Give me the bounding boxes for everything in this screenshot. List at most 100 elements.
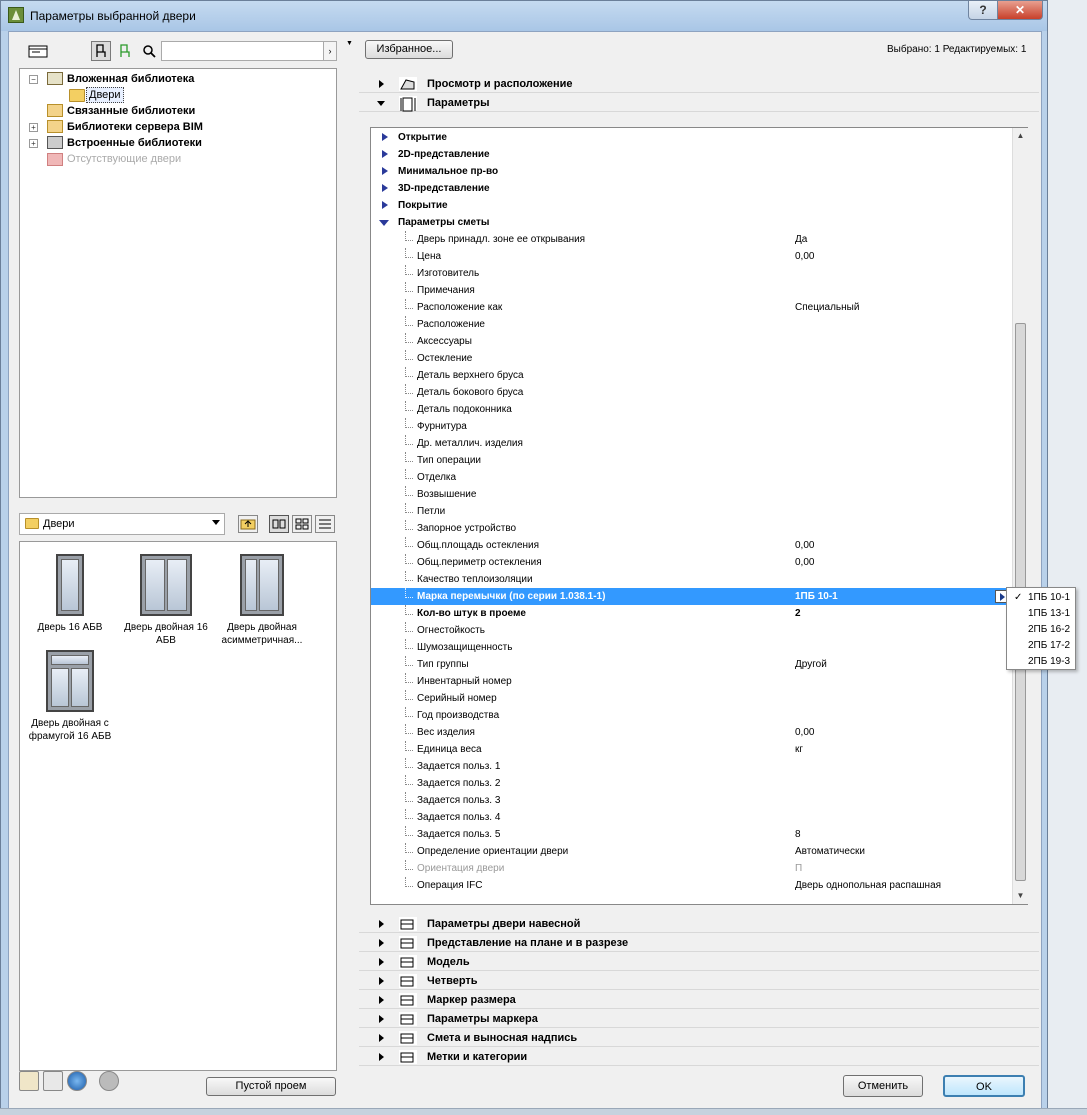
scroll-up-icon[interactable]: ▲ bbox=[1013, 128, 1028, 144]
view-small-icons-button[interactable] bbox=[292, 515, 312, 533]
bim-components-icon[interactable] bbox=[99, 1071, 119, 1091]
object-thumbnails[interactable]: Дверь 16 АБВ Дверь двойная 16 АБВ Дверь … bbox=[19, 541, 337, 1071]
param-row[interactable]: Изготовитель bbox=[371, 265, 1011, 282]
expand-toggle-icon[interactable]: + bbox=[29, 123, 38, 132]
param-row[interactable]: Др. металлич. изделия bbox=[371, 435, 1011, 452]
section-dimension-marker[interactable]: Маркер размера bbox=[359, 991, 1039, 1009]
dropdown-option[interactable]: 2ПБ 19-3 bbox=[1007, 654, 1075, 670]
param-value[interactable]: 0,00 bbox=[795, 554, 814, 571]
tree-item-bim-server-libraries[interactable]: + Библиотеки сервера BIM bbox=[20, 119, 320, 135]
section-reveal[interactable]: Четверть bbox=[359, 972, 1039, 990]
add-object-icon[interactable] bbox=[43, 1071, 63, 1091]
param-row[interactable]: Запорное устройство bbox=[371, 520, 1011, 537]
param-row[interactable]: Качество теплоизоляции bbox=[371, 571, 1011, 588]
param-row[interactable]: Тип операции bbox=[371, 452, 1011, 469]
search-input[interactable] bbox=[161, 41, 325, 61]
section-listing-label[interactable]: Смета и выносная надпись bbox=[359, 1029, 1039, 1047]
param-group[interactable]: 3D-представление bbox=[371, 180, 1011, 197]
folder-up-button[interactable] bbox=[238, 515, 258, 533]
param-row[interactable]: Задается польз. 3 bbox=[371, 792, 1011, 809]
library-tree[interactable]: − Вложенная библиотека Двери Связанные б… bbox=[19, 68, 337, 498]
tree-item-doors-folder[interactable]: Двери bbox=[20, 87, 320, 103]
section-marker-settings[interactable]: Параметры маркера bbox=[359, 1010, 1039, 1028]
param-row[interactable]: Тип группы Другой bbox=[371, 656, 1011, 673]
param-group[interactable]: 2D-представление bbox=[371, 146, 1011, 163]
search-icon[interactable] bbox=[139, 41, 159, 61]
param-row[interactable]: Аксессуары bbox=[371, 333, 1011, 350]
thumbnail-door-16[interactable]: Дверь 16 АБВ bbox=[20, 554, 120, 634]
param-value[interactable]: Да bbox=[795, 231, 807, 248]
param-row[interactable]: Деталь верхнего бруса bbox=[371, 367, 1011, 384]
dropdown-option[interactable]: 2ПБ 17-2 bbox=[1007, 638, 1075, 654]
panel-layout-icon[interactable] bbox=[27, 43, 49, 59]
param-row[interactable]: Марка перемычки (по серии 1.038.1-1) 1ПБ … bbox=[371, 588, 1011, 605]
param-value[interactable]: 8 bbox=[795, 826, 801, 843]
param-row[interactable]: Серийный номер bbox=[371, 690, 1011, 707]
empty-opening-button[interactable]: Пустой проем bbox=[206, 1077, 336, 1096]
param-row[interactable]: Расположение как Специальный bbox=[371, 299, 1011, 316]
folder-select[interactable]: Двери bbox=[19, 513, 225, 535]
library-manager-icon[interactable] bbox=[19, 1071, 39, 1091]
view-large-icons-button[interactable] bbox=[269, 515, 289, 533]
parameters-list[interactable]: Открытие 2D-представление Минимальное пр-в… bbox=[370, 127, 1028, 905]
param-value[interactable]: 0,00 bbox=[795, 248, 814, 265]
section-view-placement[interactable]: Просмотр и расположение bbox=[359, 75, 1039, 93]
cancel-button[interactable]: Отменить bbox=[843, 1075, 923, 1097]
param-row[interactable]: Операция IFC Дверь однопольная распашная bbox=[371, 877, 1011, 894]
param-value[interactable]: 1ПБ 10-1 bbox=[795, 588, 838, 605]
param-group[interactable]: Минимальное пр-во bbox=[371, 163, 1011, 180]
param-row[interactable]: Деталь подоконника bbox=[371, 401, 1011, 418]
section-model[interactable]: Модель bbox=[359, 953, 1039, 971]
param-value[interactable]: Другой bbox=[795, 656, 827, 673]
param-value[interactable]: Дверь однопольная распашная bbox=[795, 877, 941, 894]
tree-item-missing-doors[interactable]: Отсутствующие двери bbox=[20, 151, 320, 167]
favorites-button[interactable]: Избранное... bbox=[365, 40, 453, 59]
dropdown-option[interactable]: 2ПБ 16-2 bbox=[1007, 622, 1075, 638]
param-row[interactable]: Определение ориентации двери Автоматическ… bbox=[371, 843, 1011, 860]
param-group[interactable]: Открытие bbox=[371, 129, 1011, 146]
section-tags-categories[interactable]: Метки и категории bbox=[359, 1048, 1039, 1066]
globe-icon[interactable] bbox=[67, 1071, 87, 1091]
param-row[interactable]: Задается польз. 4 bbox=[371, 809, 1011, 826]
param-value[interactable]: 0,00 bbox=[795, 537, 814, 554]
param-row[interactable]: Ориентация двери П bbox=[371, 860, 1011, 877]
param-row[interactable]: Возвышение bbox=[371, 486, 1011, 503]
params-scrollbar[interactable]: ▲ ▼ bbox=[1012, 128, 1028, 904]
param-row[interactable]: Расположение bbox=[371, 316, 1011, 333]
help-button[interactable]: ? bbox=[968, 1, 998, 20]
param-value[interactable]: кг bbox=[795, 741, 803, 758]
param-value[interactable]: 2 bbox=[795, 605, 801, 622]
param-row[interactable]: Кол-во штук в проеме 2 bbox=[371, 605, 1011, 622]
collapse-toggle-icon[interactable]: − bbox=[29, 75, 38, 84]
splitter-arrow-icon[interactable]: ▼ bbox=[346, 40, 353, 47]
tree-item-linked-libraries[interactable]: Связанные библиотеки bbox=[20, 103, 320, 119]
thumbnail-double-door-asymmetric[interactable]: Дверь двойная асимметричная... bbox=[212, 554, 312, 647]
param-row[interactable]: Остекление bbox=[371, 350, 1011, 367]
dropdown-option[interactable]: 1ПБ 13-1 bbox=[1007, 606, 1075, 622]
ok-button[interactable]: OK bbox=[943, 1075, 1025, 1097]
param-row[interactable]: Задается польз. 1 bbox=[371, 758, 1011, 775]
view-list-button[interactable] bbox=[315, 515, 335, 533]
param-row[interactable]: Единица веса кг bbox=[371, 741, 1011, 758]
param-row[interactable]: Цена 0,00 bbox=[371, 248, 1011, 265]
dropdown-option[interactable]: ✓ 1ПБ 10-1 bbox=[1007, 590, 1075, 606]
thumbnail-double-door[interactable]: Дверь двойная 16 АБВ bbox=[116, 554, 216, 647]
tree-item-builtin-libraries[interactable]: + Встроенные библиотеки bbox=[20, 135, 320, 151]
param-group[interactable]: Параметры сметы bbox=[371, 214, 1011, 231]
param-value[interactable]: П bbox=[795, 860, 802, 877]
section-parameters[interactable]: Параметры bbox=[359, 94, 1039, 112]
param-row[interactable]: Инвентарный номер bbox=[371, 673, 1011, 690]
param-row[interactable]: Общ.периметр остекления 0,00 bbox=[371, 554, 1011, 571]
param-value[interactable]: Специальный bbox=[795, 299, 859, 316]
lintel-mark-dropdown[interactable]: ✓ 1ПБ 10-1 1ПБ 13-1 2ПБ 16-2 2ПБ 17-2 2ПБ 19-… bbox=[1006, 587, 1076, 670]
thumbnail-double-door-transom[interactable]: Дверь двойная с фрамугой 16 АБВ bbox=[20, 650, 120, 743]
param-value[interactable]: Автоматически bbox=[795, 843, 865, 860]
param-row[interactable]: Огнестойкость bbox=[371, 622, 1011, 639]
close-button[interactable]: ✕ bbox=[997, 1, 1043, 20]
param-group[interactable]: Покрытие bbox=[371, 197, 1011, 214]
param-row[interactable]: Вес изделия 0,00 bbox=[371, 724, 1011, 741]
library-chair-icon[interactable] bbox=[91, 41, 111, 61]
param-row[interactable]: Отделка bbox=[371, 469, 1011, 486]
param-row[interactable]: Год производства bbox=[371, 707, 1011, 724]
param-row[interactable]: Задается польз. 2 bbox=[371, 775, 1011, 792]
